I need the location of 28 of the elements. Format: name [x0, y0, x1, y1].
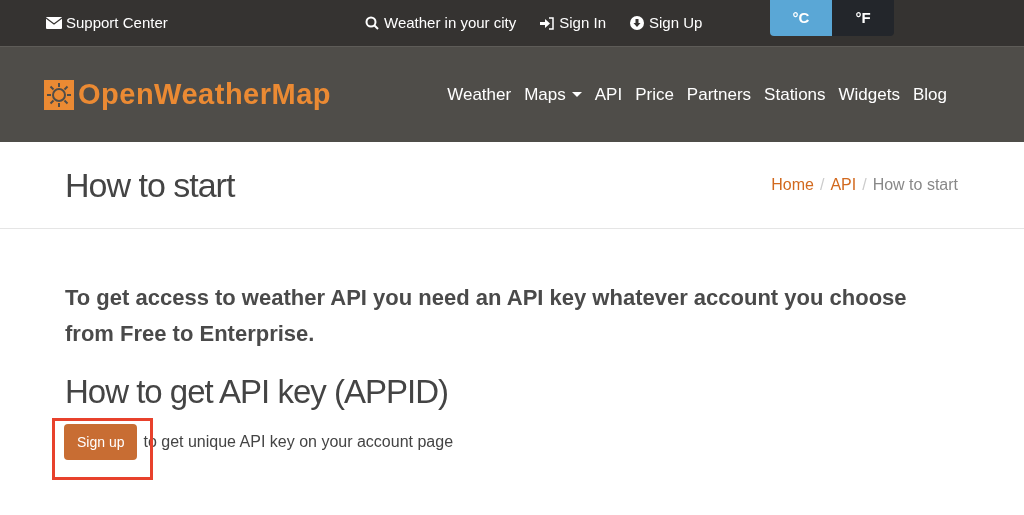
- nav-link[interactable]: Weather: [447, 81, 512, 108]
- top-link[interactable]: Weather in your city: [365, 11, 517, 35]
- top-link[interactable]: Sign Up: [630, 11, 703, 35]
- breadcrumb-separator: /: [862, 175, 867, 195]
- nav-link[interactable]: Blog: [912, 81, 947, 108]
- breadcrumb-link[interactable]: Home: [771, 173, 814, 197]
- sign-in-icon: [540, 16, 555, 30]
- top-link[interactable]: Sign In: [540, 11, 606, 35]
- download-circle-icon: [630, 16, 644, 30]
- nav-link[interactable]: Price: [635, 81, 674, 108]
- section-heading: How to get API key (APPID): [65, 372, 449, 412]
- breadcrumb-separator: /: [819, 175, 825, 195]
- sign-up-button[interactable]: Sign up: [64, 424, 138, 460]
- unit-toggle[interactable]: °F: [832, 0, 894, 36]
- breadcrumb-link[interactable]: API: [830, 173, 857, 197]
- nav-link[interactable]: Partners: [686, 81, 752, 108]
- breadcrumb-current: How to start: [872, 175, 958, 195]
- nav-link[interactable]: Widgets: [838, 81, 900, 108]
- nav-link[interactable]: Stations: [764, 81, 826, 108]
- caret-icon: [571, 92, 582, 97]
- intro-paragraph: To get access to weather API you need an API key whatever account you choose from Free to Enterprise.: [65, 284, 908, 348]
- envelope-icon: [46, 17, 62, 29]
- nav-link[interactable]: Maps: [524, 81, 582, 108]
- search-icon: [365, 16, 379, 30]
- page-title: How to start: [65, 164, 235, 206]
- nav-link[interactable]: API: [594, 81, 623, 108]
- sun-icon: [44, 79, 74, 110]
- support-center-link[interactable]: Support Center: [46, 11, 168, 35]
